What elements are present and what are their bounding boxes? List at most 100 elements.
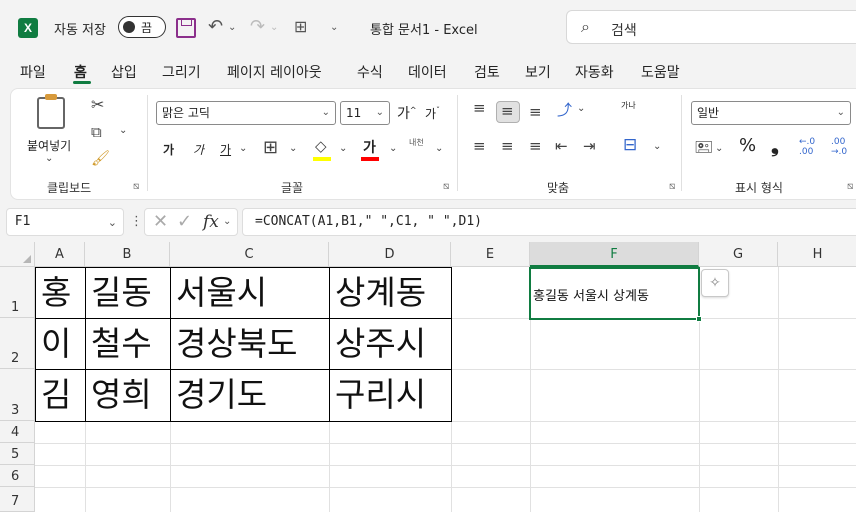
font-launcher-icon[interactable]: ⧅	[443, 181, 449, 192]
row-header-3[interactable]: 3	[0, 369, 35, 421]
worksheet-grid[interactable]: A B C D E F G H 1 2 3 4 5 6 7 홍 길동 서울시 상…	[0, 242, 856, 512]
decrease-decimal-button[interactable]: .00 →.0	[831, 137, 855, 157]
accounting-format-icon[interactable]: 🖭	[695, 137, 713, 162]
increase-decimal-button[interactable]: ←.0 .00	[799, 137, 823, 157]
redo-icon[interactable]: ↷	[250, 16, 265, 37]
phonetic-dropdown-icon[interactable]: ⌄	[435, 143, 443, 154]
orientation-dropdown-icon[interactable]: ⌄	[577, 103, 585, 114]
paste-icon[interactable]	[37, 94, 65, 129]
tab-automate[interactable]: 자동화	[575, 62, 614, 82]
cell-d1[interactable]: 상계동	[330, 268, 426, 318]
tab-insert[interactable]: 삽입	[111, 62, 137, 82]
cancel-icon[interactable]: ✕	[153, 211, 168, 232]
number-format-select[interactable]: 일반 ⌄	[691, 101, 851, 125]
cell-c3[interactable]: 경기도	[171, 370, 267, 420]
fill-color-icon[interactable]: ◇	[313, 137, 331, 161]
autosave-toggle[interactable]: 끔	[118, 16, 166, 38]
font-color-button[interactable]: 가	[361, 137, 379, 161]
cell-c2[interactable]: 경상북도	[171, 319, 297, 369]
save-icon[interactable]	[176, 18, 196, 38]
tab-data[interactable]: 데이터	[408, 62, 447, 82]
tab-view[interactable]: 보기	[525, 62, 551, 82]
merge-center-icon[interactable]: ⊟	[623, 135, 637, 155]
form-icon[interactable]: ⊞	[294, 17, 307, 36]
font-color-dropdown-icon[interactable]: ⌄	[389, 143, 397, 154]
increase-indent-icon[interactable]: ⇥	[583, 137, 596, 155]
column-header-f[interactable]: F	[530, 242, 699, 267]
cell-a1[interactable]: 홍	[36, 268, 71, 318]
shrink-font-button[interactable]: 가ˇ	[425, 105, 440, 122]
name-box[interactable]: F1 ⌄	[6, 208, 124, 236]
align-middle-button[interactable]: ≡	[496, 101, 520, 123]
borders-dropdown-icon[interactable]: ⌄	[289, 143, 297, 154]
font-size-select[interactable]: 11 ⌄	[340, 101, 390, 125]
fill-handle[interactable]	[696, 316, 702, 322]
row-header-4[interactable]: 4	[0, 421, 35, 443]
wrap-text-button[interactable]: 가나	[621, 101, 636, 110]
orientation-icon[interactable]: ⤴	[557, 99, 572, 120]
undo-icon[interactable]: ↶	[208, 16, 223, 37]
cell-d3[interactable]: 구리시	[330, 370, 426, 420]
chevron-down-icon[interactable]: ⌄	[223, 216, 231, 227]
align-center-icon[interactable]: ≡	[501, 137, 514, 155]
cell-c1[interactable]: 서울시	[171, 268, 267, 318]
accounting-dropdown-icon[interactable]: ⌄	[715, 143, 723, 154]
format-painter-icon[interactable]: 🖌	[91, 149, 110, 167]
cell-b1[interactable]: 길동	[86, 268, 152, 318]
cell-b2[interactable]: 철수	[86, 319, 152, 369]
align-right-icon[interactable]: ≡	[529, 137, 542, 155]
cell-d2[interactable]: 상주시	[330, 319, 426, 369]
formula-input[interactable]: =CONCAT(A1,B1," ",C1, " ",D1)	[242, 208, 856, 236]
quick-analysis-sparkle-icon[interactable]: ✧	[701, 269, 729, 297]
column-header-e[interactable]: E	[451, 242, 530, 267]
italic-button[interactable]: 가	[193, 141, 204, 158]
enter-check-icon[interactable]: ✓	[177, 211, 192, 232]
cell-f1[interactable]: 홍길동 서울시 상계동	[533, 285, 649, 304]
insert-function-icon[interactable]: fx	[203, 212, 219, 232]
underline-button[interactable]: 가	[220, 141, 231, 158]
row-header-7[interactable]: 7	[0, 487, 35, 512]
number-launcher-icon[interactable]: ⧅	[847, 181, 853, 192]
copy-icon[interactable]: ⧉	[91, 123, 102, 141]
tab-formulas[interactable]: 수식	[357, 62, 383, 82]
cell-a3[interactable]: 김	[36, 370, 71, 420]
phonetic-button[interactable]: 내천	[409, 137, 424, 148]
tab-home[interactable]: 홈	[74, 62, 87, 82]
percent-button[interactable]: %	[739, 135, 756, 156]
column-header-h[interactable]: H	[778, 242, 856, 267]
align-bottom-icon[interactable]: ≡	[529, 103, 542, 121]
tab-help[interactable]: 도움말	[641, 62, 680, 82]
grow-font-button[interactable]: 가^	[397, 103, 417, 123]
column-header-g[interactable]: G	[699, 242, 778, 267]
fill-color-dropdown-icon[interactable]: ⌄	[339, 143, 347, 154]
row-header-6[interactable]: 6	[0, 465, 35, 487]
align-top-icon[interactable]: ≡	[473, 99, 486, 117]
underline-dropdown-icon[interactable]: ⌄	[239, 143, 247, 154]
paste-label[interactable]: 붙여넣기	[27, 137, 71, 154]
row-header-5[interactable]: 5	[0, 443, 35, 465]
redo-dropdown-icon[interactable]: ⌄	[270, 22, 278, 33]
decrease-indent-icon[interactable]: ⇤	[555, 137, 568, 155]
cell-a2[interactable]: 이	[36, 319, 71, 369]
column-header-b[interactable]: B	[85, 242, 170, 267]
paste-dropdown-icon[interactable]: ⌄	[45, 153, 53, 164]
tab-file[interactable]: 파일	[20, 62, 46, 82]
row-header-2[interactable]: 2	[0, 318, 35, 369]
column-header-d[interactable]: D	[329, 242, 451, 267]
undo-dropdown-icon[interactable]: ⌄	[228, 22, 236, 33]
column-header-a[interactable]: A	[35, 242, 85, 267]
merge-dropdown-icon[interactable]: ⌄	[653, 141, 661, 152]
tab-review[interactable]: 검토	[474, 62, 500, 82]
search-input[interactable]: ⌕ 검색	[566, 10, 856, 44]
borders-icon[interactable]: ⊞	[263, 137, 278, 158]
select-all-button[interactable]	[0, 242, 35, 267]
alignment-launcher-icon[interactable]: ⧅	[669, 181, 675, 192]
column-header-c[interactable]: C	[170, 242, 329, 267]
tab-page-layout[interactable]: 페이지 레이아웃	[227, 62, 322, 82]
bold-button[interactable]: 가	[163, 141, 174, 158]
row-header-1[interactable]: 1	[0, 267, 35, 318]
align-left-icon[interactable]: ≡	[473, 137, 486, 155]
more-options-icon[interactable]: ⋮	[130, 214, 143, 229]
clipboard-launcher-icon[interactable]: ⧅	[133, 181, 139, 192]
cut-icon[interactable]: ✂	[91, 95, 104, 114]
